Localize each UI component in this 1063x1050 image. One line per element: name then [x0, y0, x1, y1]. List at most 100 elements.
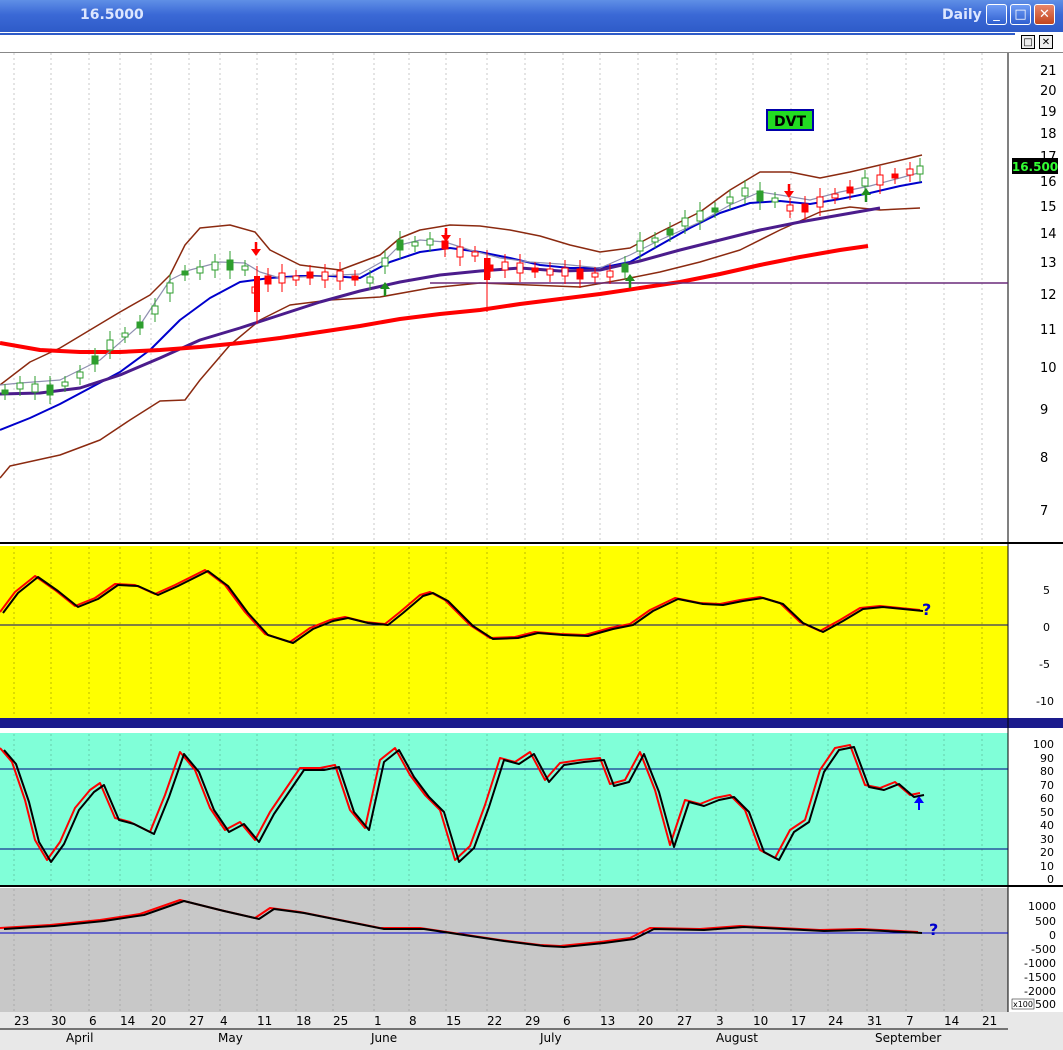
- candle-body: [801, 203, 809, 213]
- candle-body: [546, 268, 554, 276]
- stoch-tick: 60: [1040, 792, 1054, 805]
- price-tick: 10: [1040, 361, 1057, 376]
- month-label: May: [218, 1031, 243, 1045]
- vol-tick: 500: [1035, 915, 1056, 928]
- candle-body: [46, 384, 54, 396]
- candle-body: [741, 187, 749, 197]
- day-label: 4: [220, 1014, 228, 1028]
- macd-axis: 5 0 -5 -10: [1036, 584, 1054, 708]
- candle-body: [31, 383, 39, 393]
- candle-body: [76, 371, 84, 379]
- day-label: 31: [867, 1014, 882, 1028]
- day-label: 15: [446, 1014, 461, 1028]
- stoch-tick: 50: [1040, 806, 1054, 819]
- stoch-tick: 70: [1040, 779, 1054, 792]
- candle-body: [501, 261, 509, 271]
- candle-body: [906, 168, 914, 176]
- vol-tick: -2000: [1024, 985, 1056, 998]
- divider-strip: [0, 718, 1063, 728]
- candle-body: [351, 275, 359, 281]
- day-label: 23: [14, 1014, 29, 1028]
- day-label: 8: [409, 1014, 417, 1028]
- candle-body: [681, 217, 689, 227]
- macd-question-mark: ?: [922, 600, 931, 619]
- day-label: 20: [638, 1014, 653, 1028]
- price-tick: 15: [1040, 200, 1057, 215]
- day-label: 30: [51, 1014, 66, 1028]
- stoch-tick: 90: [1040, 752, 1054, 765]
- month-label: August: [716, 1031, 758, 1045]
- candle-body: [1, 389, 9, 395]
- stoch-tick: 100: [1033, 738, 1054, 751]
- candle-body: [336, 270, 344, 282]
- day-label: 6: [563, 1014, 571, 1028]
- candle-body: [411, 241, 419, 247]
- day-label: 21: [982, 1014, 997, 1028]
- day-label: 1: [374, 1014, 382, 1028]
- month-label: April: [66, 1031, 93, 1045]
- price-tick: 16: [1040, 175, 1057, 190]
- candle-body: [306, 271, 314, 279]
- candle-body: [876, 174, 884, 186]
- vol-tick: -1500: [1024, 971, 1056, 984]
- price-tick: 20: [1040, 84, 1057, 99]
- candle-body: [621, 263, 629, 273]
- candle-body: [831, 193, 839, 199]
- candle-body: [121, 332, 129, 338]
- macd-tick: 0: [1043, 621, 1050, 634]
- candle-body: [151, 305, 159, 315]
- candle-body: [516, 262, 524, 274]
- macd-tick: -10: [1036, 695, 1054, 708]
- price-tick: 18: [1040, 127, 1057, 142]
- day-label: 22: [487, 1014, 502, 1028]
- candle-body: [846, 186, 854, 194]
- volume-question-mark: ?: [929, 920, 938, 939]
- candle-body: [166, 282, 174, 294]
- candle-body: [816, 196, 824, 208]
- macd-tick: 5: [1043, 584, 1050, 597]
- candle-body: [441, 240, 449, 250]
- candle-body: [181, 270, 189, 276]
- candle-body: [278, 272, 286, 284]
- stoch-tick: 0: [1047, 873, 1054, 886]
- price-tick: 7: [1040, 504, 1048, 519]
- candle-body: [561, 267, 569, 277]
- candle-body: [61, 381, 69, 387]
- candle-body: [456, 246, 464, 258]
- candle-body: [756, 190, 764, 202]
- candle-body: [786, 204, 794, 212]
- stoch-tick: 20: [1040, 846, 1054, 859]
- candle-body: [636, 240, 644, 252]
- vol-tick: 0: [1049, 929, 1056, 942]
- candle-body: [91, 355, 99, 365]
- candle-body: [606, 270, 614, 278]
- candle-body: [366, 276, 374, 284]
- day-label: 7: [906, 1014, 914, 1028]
- candle-body: [471, 251, 479, 257]
- price-axis: 21 20 19 18 17 16 15 14 13 12 11 10 9 8 …: [1040, 64, 1057, 519]
- day-label: 14: [944, 1014, 959, 1028]
- candle-body: [381, 257, 389, 267]
- price-tick: 12: [1040, 288, 1057, 303]
- price-tick: 9: [1040, 403, 1048, 418]
- candle-body: [106, 339, 114, 351]
- candle-body: [226, 259, 234, 271]
- month-label: June: [370, 1031, 397, 1045]
- price-tick: 21: [1040, 64, 1057, 79]
- stoch-tick: 30: [1040, 833, 1054, 846]
- vol-tick: 1000: [1028, 900, 1056, 913]
- chart-canvas[interactable]: 21 20 19 18 17 16 15 14 13 12 11 10 9 8 …: [0, 0, 1063, 1050]
- day-label: 6: [89, 1014, 97, 1028]
- day-label: 18: [296, 1014, 311, 1028]
- month-label: September: [875, 1031, 941, 1045]
- month-label: July: [539, 1031, 562, 1045]
- candle-body: [651, 237, 659, 243]
- day-label: 29: [525, 1014, 540, 1028]
- day-label: 27: [189, 1014, 204, 1028]
- day-label: 13: [600, 1014, 615, 1028]
- day-label: 27: [677, 1014, 692, 1028]
- stoch-tick: 40: [1040, 819, 1054, 832]
- candle-body: [531, 267, 539, 273]
- price-tick: 14: [1040, 227, 1057, 242]
- day-label: 14: [120, 1014, 135, 1028]
